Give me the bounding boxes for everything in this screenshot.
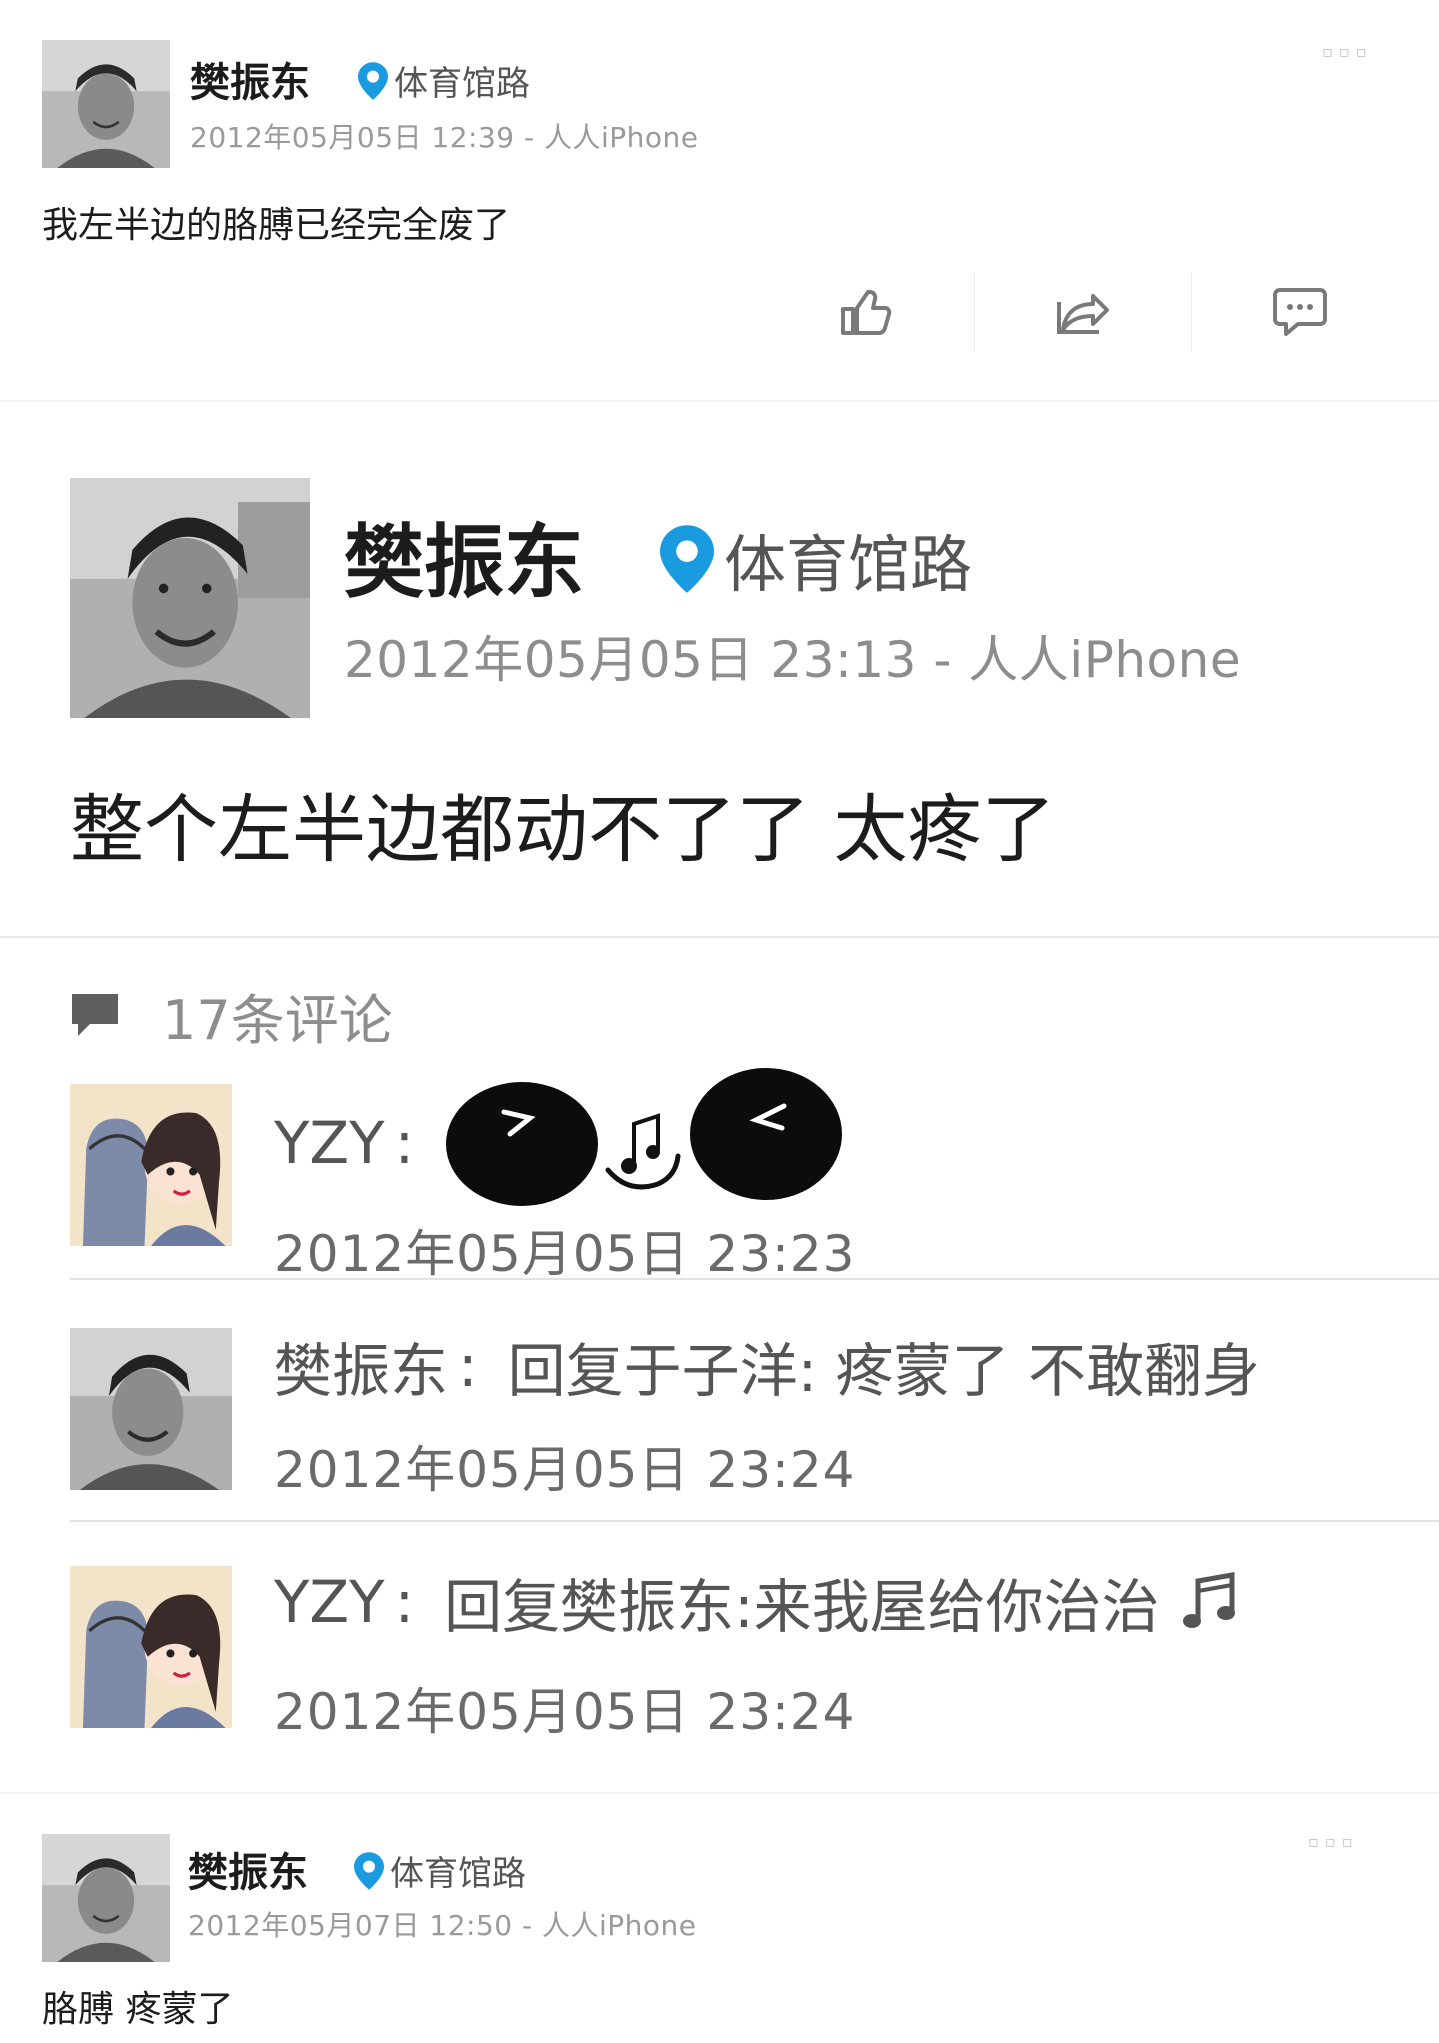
location-tag[interactable]: 体育馆路 <box>358 56 530 105</box>
location-pin-icon <box>358 61 388 100</box>
location-pin-icon <box>660 525 714 593</box>
comment-body: 回复于子洋: 疼蒙了 不敢翻身 <box>507 1337 1260 1405</box>
author-avatar[interactable] <box>42 40 170 168</box>
anime-avatar <box>70 1566 232 1728</box>
comment-item: YZY : 2012年05月05日 23:23 <box>0 1062 1439 1312</box>
share-button[interactable] <box>974 272 1191 352</box>
comment-bubble-icon <box>72 993 118 1036</box>
post-meta: 2012年05月07日 12:50 - 人人iPhone <box>188 1909 697 1942</box>
more-options-icon[interactable]: ▫▫▫ <box>1308 1832 1359 1851</box>
location-label: 体育馆路 <box>724 528 973 601</box>
comment-author[interactable]: 樊振东 <box>274 1324 448 1408</box>
comment-item: 樊振东 : 回复于子洋: 疼蒙了 不敢翻身 2012年05月05日 23:24 <box>0 1288 1439 1528</box>
comment-time: 2012年05月05日 23:23 <box>274 1225 856 1283</box>
comment-separator: : <box>394 1109 415 1177</box>
comment-author[interactable]: YZY <box>274 1109 385 1177</box>
comment-item: YZY : 回复樊振东:来我屋给你治治 2012年05月05日 23:24 <box>0 1530 1439 1770</box>
author-avatar[interactable] <box>70 478 310 718</box>
comment-separator: : <box>458 1332 478 1400</box>
avatar-photo <box>42 40 170 168</box>
location-label: 体育馆路 <box>390 1854 526 1894</box>
post-card-1: 樊振东 体育馆路 2012年05月05日 12:39 - 人人iPhone ▫▫… <box>0 0 1439 400</box>
avatar-photo <box>42 1834 170 1962</box>
post-actions <box>758 272 1408 352</box>
author-name[interactable]: 樊振东 <box>344 498 584 614</box>
post-card-3: 樊振东 体育馆路 2012年05月07日 12:50 - 人人iPhone ▫▫… <box>0 1794 1439 2043</box>
music-note-icon <box>1182 1572 1235 1628</box>
anime-avatar <box>70 1084 232 1246</box>
post-text: 胳膊 疼蒙了 <box>42 1989 234 2030</box>
post-text: 我左半边的胳膊已经完全废了 <box>42 205 511 246</box>
comment-time: 2012年05月05日 23:24 <box>274 1441 856 1499</box>
author-name[interactable]: 樊振东 <box>190 50 310 108</box>
location-tag[interactable]: 体育馆路 <box>354 1846 526 1895</box>
author-avatar[interactable] <box>42 1834 170 1962</box>
avatar-photo <box>70 1328 232 1490</box>
location-label: 体育馆路 <box>394 64 530 104</box>
commenter-avatar[interactable] <box>70 1566 232 1728</box>
comment-divider <box>70 1520 1439 1522</box>
share-icon <box>1057 294 1109 334</box>
post-meta: 2012年05月05日 12:39 - 人人iPhone <box>190 121 699 154</box>
comment-separator: : <box>394 1568 415 1636</box>
comment-line: YZY : <box>274 1068 844 1206</box>
comment-button[interactable] <box>1191 272 1408 352</box>
comment-divider <box>70 1278 1439 1280</box>
comment-line: 樊振东 : 回复于子洋: 疼蒙了 不敢翻身 <box>274 1324 1260 1408</box>
thumbs-up-icon <box>841 290 892 335</box>
comments-header[interactable]: 17条评论 <box>70 976 393 1055</box>
author-name[interactable]: 樊振东 <box>188 1840 308 1898</box>
comments-count: 17条评论 <box>162 989 393 1052</box>
post-card-2: 樊振东 体育馆路 2012年05月05日 23:13 - 人人iPhone 整个… <box>0 402 1439 1792</box>
comment-icon <box>1273 288 1327 336</box>
location-pin-icon <box>354 1851 384 1890</box>
comment-line: YZY : 回复樊振东:来我屋给你治治 <box>274 1560 1240 1644</box>
section-divider <box>0 936 1439 938</box>
avatar-photo <box>70 478 310 718</box>
commenter-avatar[interactable] <box>70 1328 232 1490</box>
comment-author[interactable]: YZY <box>274 1568 385 1636</box>
commenter-avatar[interactable] <box>70 1084 232 1246</box>
comment-time: 2012年05月05日 23:24 <box>274 1683 856 1741</box>
location-tag[interactable]: 体育馆路 <box>660 514 972 604</box>
like-button[interactable] <box>758 272 974 352</box>
emoji-sticker-icon <box>444 1066 844 1206</box>
more-options-icon[interactable]: ▫▫▫ <box>1322 42 1373 61</box>
post-text: 整个左半边都动不了了 太疼了 <box>70 787 1056 873</box>
comment-body: 回复樊振东:来我屋给你治治 <box>444 1573 1160 1641</box>
post-meta: 2012年05月05日 23:13 - 人人iPhone <box>344 631 1242 689</box>
